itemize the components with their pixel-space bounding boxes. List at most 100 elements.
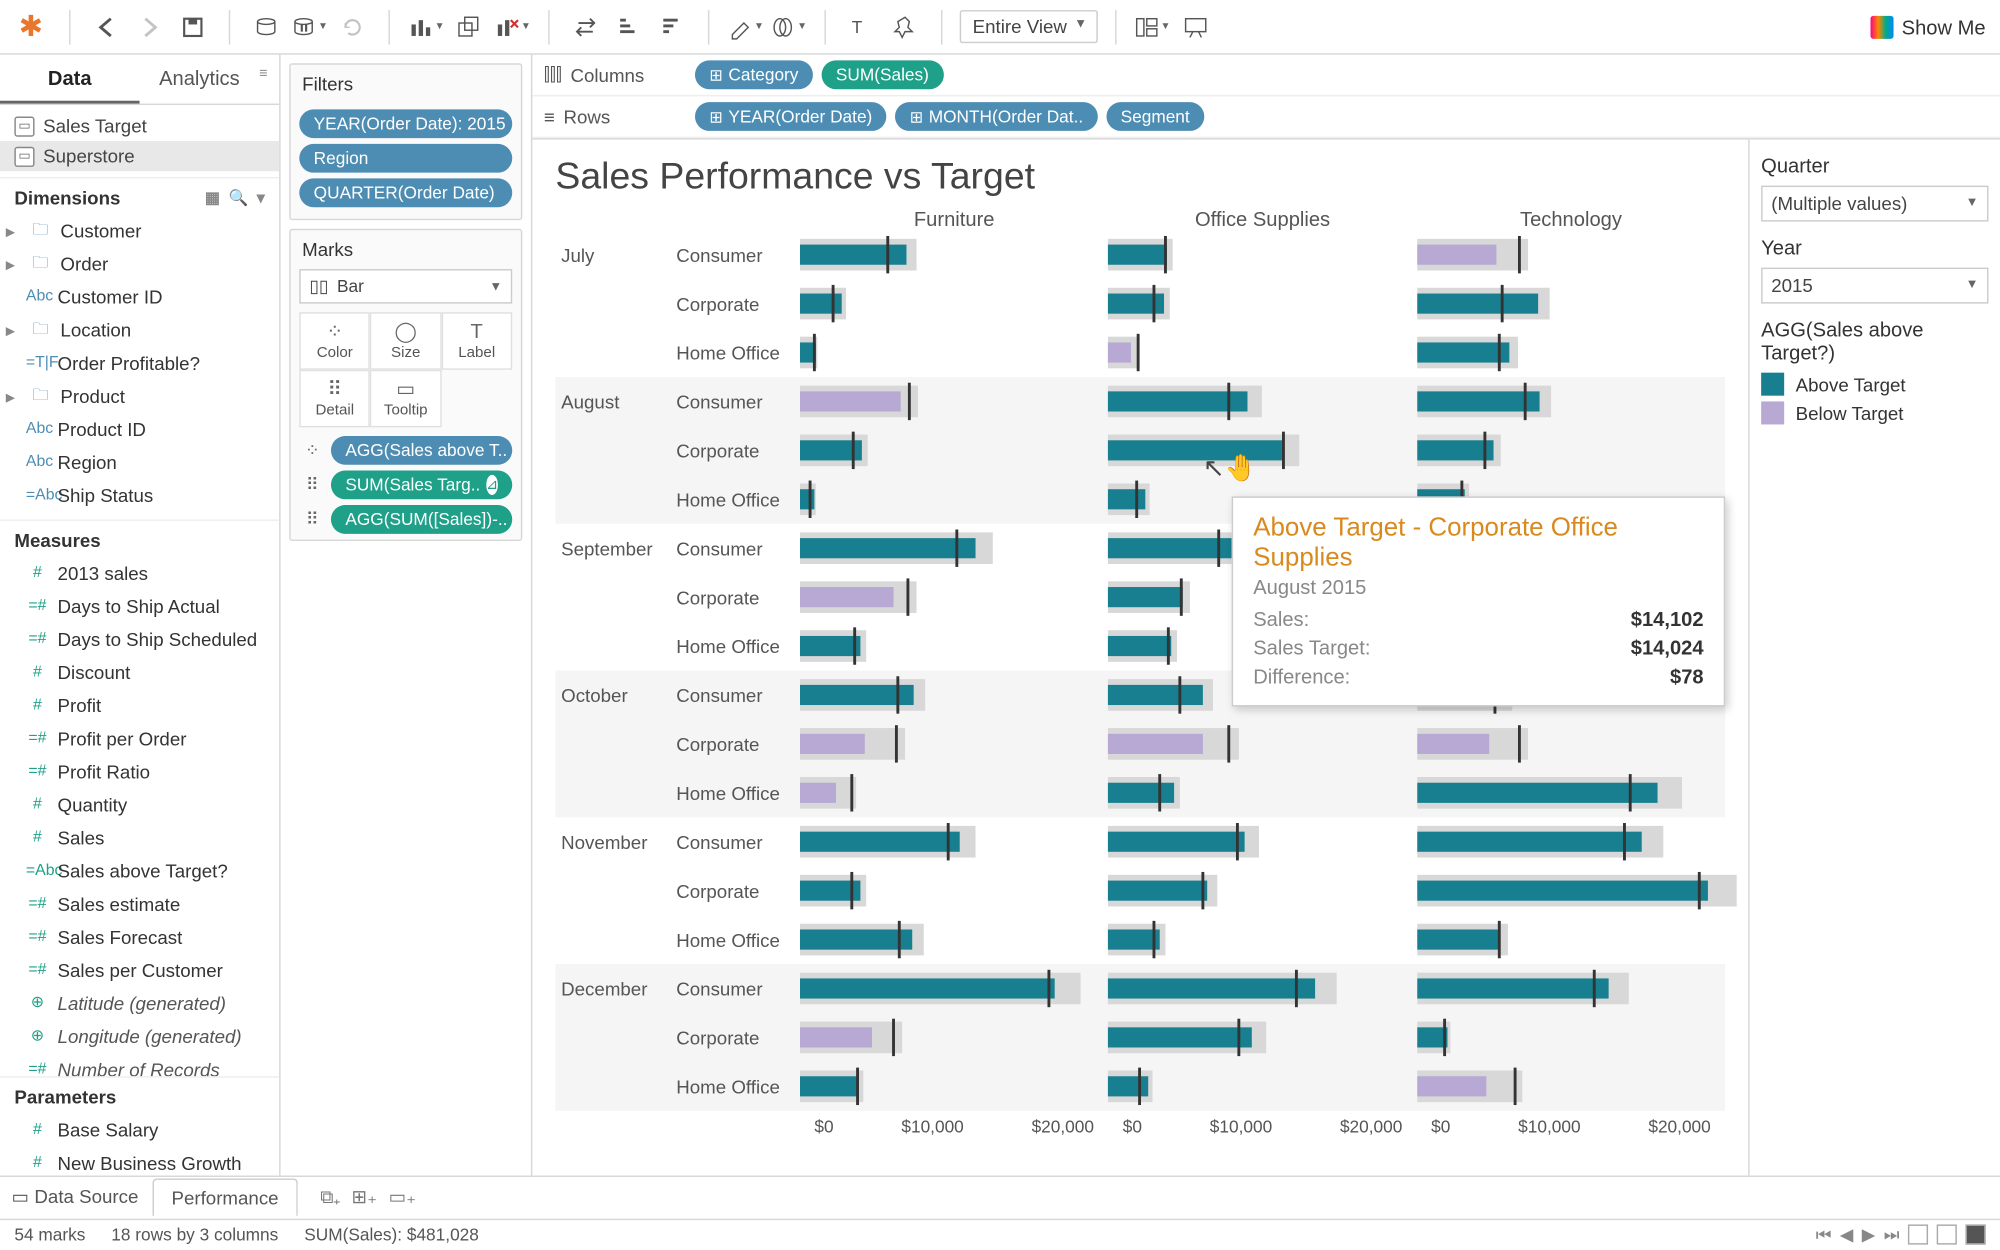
bar-cell[interactable] (800, 524, 1108, 573)
bar-cell[interactable] (1417, 426, 1725, 475)
field-item[interactable]: =# Number of Records (0, 1054, 279, 1077)
field-item[interactable]: =# Sales estimate (0, 888, 279, 921)
bar-cell[interactable] (800, 230, 1108, 279)
field-item[interactable]: ▸ 🗀 Order (0, 247, 279, 280)
filter-pill[interactable]: Region (299, 144, 512, 173)
field-item[interactable]: # 2013 sales (0, 557, 279, 590)
worksheet-tab[interactable]: Performance (153, 1179, 297, 1216)
bar-cell[interactable] (1108, 377, 1416, 426)
field-item[interactable]: # New Business Growth (0, 1147, 279, 1175)
mark-pill[interactable]: AGG(Sales above T.. (331, 436, 512, 465)
field-item[interactable]: # Base Salary (0, 1114, 279, 1147)
bar-cell[interactable] (800, 328, 1108, 377)
bar-cell[interactable] (1108, 1013, 1416, 1062)
bar-cell[interactable] (800, 622, 1108, 671)
new-dashboard-icon[interactable]: ⊞₊ (352, 1186, 378, 1209)
bar-cell[interactable] (800, 768, 1108, 817)
bar-cell[interactable] (800, 817, 1108, 866)
field-item[interactable]: ▸ 🗀 Customer (0, 214, 279, 247)
field-item[interactable]: =# Days to Ship Actual (0, 590, 279, 623)
field-item[interactable]: =# Profit Ratio (0, 756, 279, 789)
field-item[interactable]: =Abc Ship Status (0, 479, 279, 512)
duplicate-sheet-button[interactable] (450, 8, 487, 45)
bar-cell[interactable] (1417, 719, 1725, 768)
bar-cell[interactable] (1417, 1013, 1725, 1062)
view-as-icon[interactable]: ▦ (205, 188, 220, 207)
mark-assignment[interactable]: ⁘ AGG(Sales above T.. (299, 436, 512, 465)
tab-analytics[interactable]: Analytics≡ (140, 55, 280, 104)
field-item[interactable]: =# Profit per Order (0, 723, 279, 756)
bar-cell[interactable] (1417, 768, 1725, 817)
bar-cell[interactable] (1417, 915, 1725, 964)
columns-shelf[interactable]: ⫿⫿⫿Columns ⊞CategorySUM(Sales) (532, 55, 2000, 97)
nav-last-icon[interactable]: ⏭ (1884, 1224, 1900, 1246)
mark-pill[interactable]: SUM(Sales Targ..⊿ (331, 471, 512, 500)
datasource-item[interactable]: ▭ Sales Target (0, 111, 279, 141)
tab-data[interactable]: Data (0, 55, 140, 104)
field-item[interactable]: Abc Product ID (0, 413, 279, 446)
bar-cell[interactable] (800, 1062, 1108, 1111)
pin-button[interactable] (886, 8, 923, 45)
bar-cell[interactable] (800, 279, 1108, 328)
bar-cell[interactable] (1417, 964, 1725, 1013)
bar-cell[interactable] (1108, 817, 1416, 866)
field-item[interactable]: ▸ 🗀 Location (0, 314, 279, 347)
year-filter-dropdown[interactable]: 2015 (1761, 268, 1988, 304)
forward-button[interactable] (131, 8, 168, 45)
bar-cell[interactable] (800, 719, 1108, 768)
view-full-icon[interactable] (1965, 1224, 1985, 1244)
sort-desc-button[interactable] (653, 8, 690, 45)
shelf-pill[interactable]: ⊞Category (695, 60, 813, 89)
new-story-icon[interactable]: ▭₊ (389, 1186, 417, 1209)
nav-prev-icon[interactable]: ◀ (1840, 1224, 1853, 1246)
bar-cell[interactable] (1108, 230, 1416, 279)
tableau-logo[interactable] (14, 8, 51, 45)
rows-shelf[interactable]: ≡Rows ⊞YEAR(Order Date)⊞MONTH(Order Dat.… (532, 96, 2000, 138)
bar-cell[interactable] (800, 915, 1108, 964)
refresh-button[interactable] (334, 8, 371, 45)
show-cards-button[interactable]: ▼ (1133, 8, 1170, 45)
mark-assignment[interactable]: ⠿ AGG(SUM([Sales])-.. (299, 505, 512, 534)
bar-cell[interactable] (800, 1013, 1108, 1062)
marks-tooltip-cell[interactable]: ▭Tooltip (370, 370, 441, 428)
quarter-filter-dropdown[interactable]: (Multiple values) (1761, 186, 1988, 222)
datasource-item[interactable]: ▭ Superstore (0, 141, 279, 171)
field-item[interactable]: Abc Customer ID (0, 281, 279, 314)
mark-assignment[interactable]: ⠿ SUM(Sales Targ..⊿ (299, 471, 512, 500)
field-item[interactable]: =Abc Sales above Target? (0, 855, 279, 888)
bar-cell[interactable] (800, 964, 1108, 1013)
bar-cell[interactable] (800, 573, 1108, 622)
bar-cell[interactable] (1108, 915, 1416, 964)
bar-cell[interactable] (1417, 1062, 1725, 1111)
bar-cell[interactable] (1417, 866, 1725, 915)
field-item[interactable]: ▸ 🗀 Product (0, 380, 279, 413)
show-labels-button[interactable]: T (843, 8, 880, 45)
filter-pill[interactable]: QUARTER(Order Date) (299, 178, 512, 207)
group-button[interactable]: ▼ (770, 8, 807, 45)
bar-cell[interactable] (1108, 1062, 1416, 1111)
bar-cell[interactable] (1108, 328, 1416, 377)
field-item[interactable]: =# Sales per Customer (0, 954, 279, 987)
view-grid-icon[interactable] (1908, 1224, 1928, 1244)
bar-cell[interactable] (800, 426, 1108, 475)
nav-next-icon[interactable]: ▶ (1862, 1224, 1875, 1246)
mark-type-dropdown[interactable]: ▯▯ Bar (299, 269, 512, 304)
marks-label-cell[interactable]: TLabel (441, 312, 512, 370)
field-item[interactable]: =# Days to Ship Scheduled (0, 623, 279, 656)
sort-asc-button[interactable] (610, 8, 647, 45)
new-datasource-button[interactable] (247, 8, 284, 45)
back-button[interactable] (88, 8, 125, 45)
field-item[interactable]: ⊕ Latitude (generated) (0, 988, 279, 1021)
legend-item[interactable]: Above Target (1761, 373, 1988, 396)
field-item[interactable]: Abc Region (0, 446, 279, 479)
search-icon[interactable]: 🔍 (228, 188, 248, 207)
mark-pill[interactable]: AGG(SUM([Sales])-.. (331, 505, 512, 534)
pause-updates-button[interactable]: ▼ (291, 8, 328, 45)
show-me-button[interactable]: Show Me (1870, 15, 1986, 38)
swap-button[interactable] (567, 8, 604, 45)
shelf-pill[interactable]: ⊞MONTH(Order Dat.. (895, 102, 1097, 131)
bar-cell[interactable] (800, 671, 1108, 720)
bar-cell[interactable] (1417, 279, 1725, 328)
bar-cell[interactable] (1108, 426, 1416, 475)
bar-cell[interactable] (1417, 817, 1725, 866)
